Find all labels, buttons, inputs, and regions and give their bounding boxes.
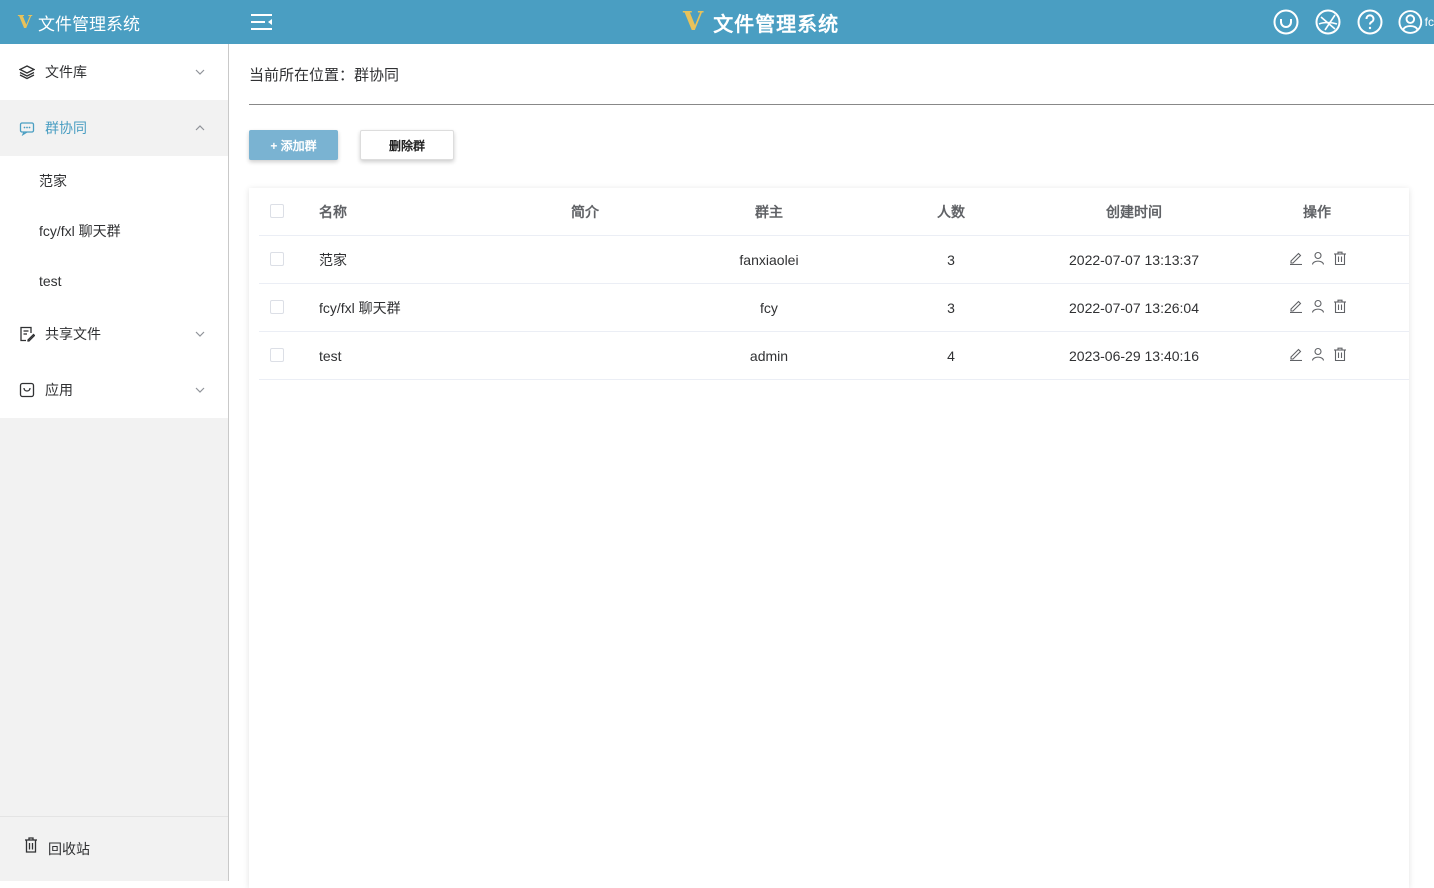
recycle-bin[interactable]: 回收站 bbox=[0, 816, 228, 881]
cell-name: test bbox=[319, 347, 342, 364]
sidebar: 文件库 群协同 范家 fcy/fxl 聊天群 test 共享文件 应用 回收站 bbox=[0, 44, 229, 881]
cell-created: 2022-07-07 13:13:37 bbox=[1069, 251, 1199, 268]
sidebar-subitem-group[interactable]: fcy/fxl 聊天群 bbox=[0, 206, 228, 256]
row-actions bbox=[1289, 299, 1347, 313]
trash-icon bbox=[24, 836, 38, 856]
chevron-down-icon bbox=[195, 69, 205, 75]
column-header-ops: 操作 bbox=[1303, 203, 1331, 220]
power-icon[interactable] bbox=[1272, 8, 1300, 36]
user-menu[interactable]: fc bbox=[1398, 9, 1434, 35]
breadcrumb-label: 当前所在位置： bbox=[249, 67, 355, 84]
chevron-up-icon bbox=[195, 125, 205, 131]
chevron-down-icon bbox=[195, 387, 205, 393]
user-name: fc bbox=[1424, 15, 1434, 29]
table-row[interactable]: 范家 fanxiaolei 3 2022-07-07 13:13:37 bbox=[259, 236, 1409, 284]
cell-owner: fanxiaolei bbox=[739, 251, 799, 268]
sidebar-item-apps[interactable]: 应用 bbox=[0, 362, 228, 418]
cell-name: fcy/fxl 聊天群 bbox=[319, 299, 401, 316]
row-checkbox[interactable] bbox=[270, 300, 284, 314]
menu-collapse-icon[interactable] bbox=[250, 12, 274, 32]
cell-count: 3 bbox=[947, 251, 955, 268]
center-logo: V bbox=[683, 7, 704, 37]
cell-desc bbox=[515, 332, 655, 379]
row-actions bbox=[1289, 347, 1347, 361]
top-header: V 文件管理系统 V 文件管理系统 fc bbox=[0, 0, 1434, 44]
brand-title: 文件管理系统 bbox=[37, 14, 140, 34]
cell-owner: admin bbox=[749, 347, 789, 364]
app-icon bbox=[18, 381, 36, 399]
group-table: 名称 简介 群主 人数 创建时间 操作 范家 fanxiaolei 3 2022… bbox=[249, 188, 1409, 888]
member-icon[interactable] bbox=[1311, 251, 1325, 265]
row-checkbox[interactable] bbox=[270, 348, 284, 362]
column-header-owner: 群主 bbox=[755, 203, 783, 220]
cell-desc bbox=[515, 236, 655, 283]
sidebar-item-groups[interactable]: 群协同 bbox=[0, 100, 228, 156]
user-avatar-icon bbox=[1398, 10, 1423, 34]
sidebar-subitem-group[interactable]: test bbox=[0, 256, 228, 306]
recycle-label: 回收站 bbox=[48, 841, 90, 857]
column-header-count: 人数 bbox=[937, 203, 965, 220]
table-row[interactable]: test admin 4 2023-06-29 13:40:16 bbox=[259, 332, 1409, 380]
edit-icon[interactable] bbox=[1289, 347, 1303, 361]
cell-name: 范家 bbox=[319, 251, 347, 268]
cell-created: 2022-07-07 13:26:04 bbox=[1069, 299, 1199, 316]
edit-icon[interactable] bbox=[1289, 251, 1303, 265]
row-actions bbox=[1289, 251, 1347, 265]
divider bbox=[249, 104, 1434, 105]
sidebar-item-label: 文件库 bbox=[45, 64, 87, 80]
column-header-name: 名称 bbox=[319, 203, 347, 220]
select-all-checkbox[interactable] bbox=[270, 204, 284, 218]
sidebar-empty-area bbox=[0, 418, 228, 816]
delete-icon[interactable] bbox=[1333, 299, 1347, 313]
cell-created: 2023-06-29 13:40:16 bbox=[1069, 347, 1199, 364]
delete-icon[interactable] bbox=[1333, 347, 1347, 361]
edit-icon[interactable] bbox=[1289, 299, 1303, 313]
cell-count: 4 bbox=[947, 347, 955, 364]
sidebar-item-library[interactable]: 文件库 bbox=[0, 44, 228, 100]
chat-icon bbox=[18, 119, 36, 137]
table-row[interactable]: fcy/fxl 聊天群 fcy 3 2022-07-07 13:26:04 bbox=[259, 284, 1409, 332]
breadcrumb: 当前所在位置：群协同 bbox=[249, 64, 399, 85]
breadcrumb-current: 群协同 bbox=[354, 67, 400, 84]
add-group-button[interactable]: + 添加群 bbox=[249, 130, 338, 160]
row-checkbox[interactable] bbox=[270, 252, 284, 266]
globe-icon[interactable] bbox=[1314, 8, 1342, 36]
center-title: V 文件管理系统 bbox=[683, 0, 839, 44]
cell-desc bbox=[515, 284, 655, 331]
table-header-row: 名称 简介 群主 人数 创建时间 操作 bbox=[259, 188, 1409, 236]
sidebar-item-label: 应用 bbox=[45, 382, 73, 398]
cell-count: 3 bbox=[947, 299, 955, 316]
share-doc-icon bbox=[18, 325, 36, 343]
layers-icon bbox=[18, 63, 36, 81]
help-icon[interactable] bbox=[1356, 8, 1384, 36]
delete-icon[interactable] bbox=[1333, 251, 1347, 265]
brand: V 文件管理系统 bbox=[18, 0, 140, 44]
column-header-created: 创建时间 bbox=[1106, 203, 1162, 220]
header-actions: fc bbox=[1258, 0, 1434, 44]
member-icon[interactable] bbox=[1311, 347, 1325, 361]
cell-owner: fcy bbox=[760, 299, 778, 316]
sidebar-item-label: 群协同 bbox=[45, 120, 87, 136]
column-header-desc: 简介 bbox=[571, 203, 599, 220]
brand-logo: V bbox=[18, 11, 32, 33]
chevron-down-icon bbox=[195, 331, 205, 337]
center-title-text: 文件管理系统 bbox=[713, 13, 840, 36]
delete-group-button[interactable]: 删除群 bbox=[360, 130, 454, 160]
sidebar-item-label: 共享文件 bbox=[45, 326, 101, 342]
sidebar-subitem-group[interactable]: 范家 bbox=[0, 156, 228, 206]
member-icon[interactable] bbox=[1311, 299, 1325, 313]
sidebar-item-shared[interactable]: 共享文件 bbox=[0, 306, 228, 362]
